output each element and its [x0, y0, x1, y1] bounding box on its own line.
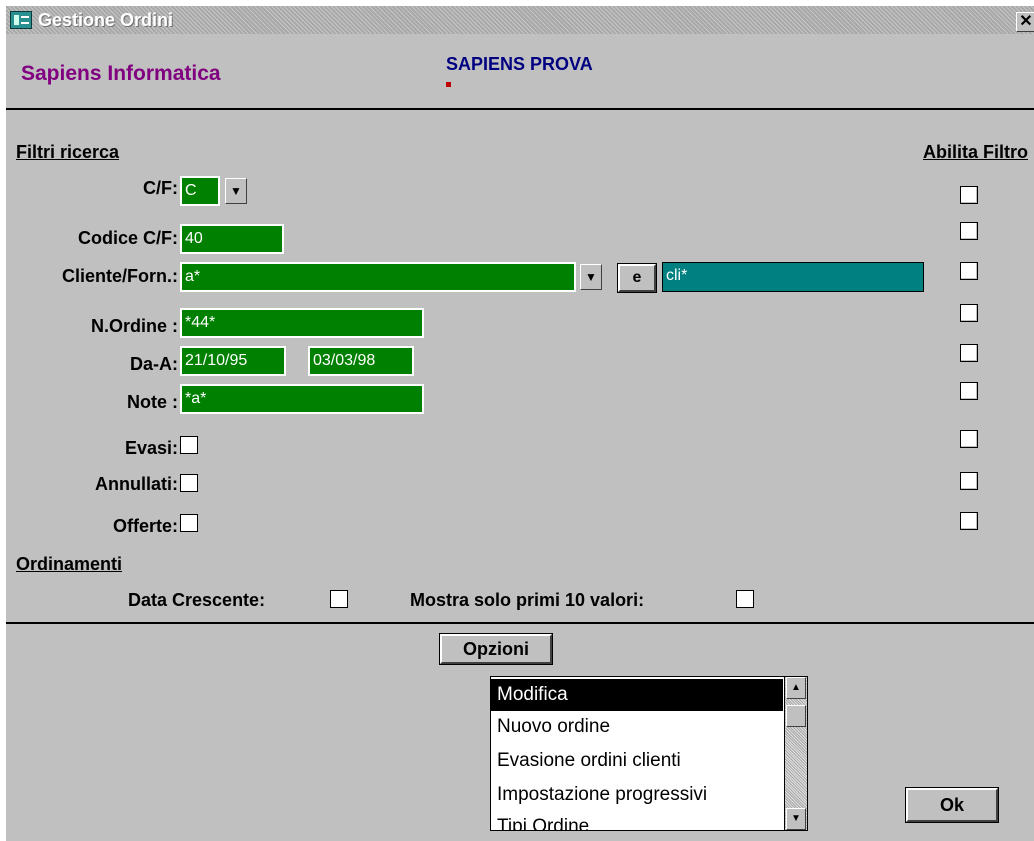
cf-label: C/F:	[143, 178, 178, 198]
enable-note-checkbox[interactable]	[960, 382, 978, 400]
window-title: Gestione Ordini	[38, 10, 174, 30]
mostra-primi-label: Mostra solo primi 10 valori:	[410, 590, 645, 610]
cliente-forn-label: Cliente/Forn.:	[62, 266, 178, 286]
date-range-label: Da-A:	[130, 354, 178, 374]
sorting-section-title: Ordinamenti	[16, 554, 123, 574]
cliente-forn-field-2[interactable]: cli*	[662, 262, 924, 292]
list-item-evasione-ordini-clienti[interactable]: Evasione ordini clienti	[491, 745, 783, 777]
database-marker	[446, 82, 451, 87]
annullati-checkbox[interactable]	[180, 474, 198, 492]
enable-n-ordine-checkbox[interactable]	[960, 304, 978, 322]
company-name: Sapiens Informatica	[21, 62, 221, 85]
enable-cf-checkbox[interactable]	[960, 186, 978, 204]
mostra-primi-checkbox[interactable]	[736, 590, 754, 608]
note-field[interactable]: *a*	[180, 384, 424, 414]
list-item-tipi-ordine[interactable]: Tipi Ordine	[491, 811, 783, 830]
title-bar[interactable]: Gestione Ordini ✕	[6, 6, 1034, 34]
enable-codice-cf-checkbox[interactable]	[960, 222, 978, 240]
filters-section-title: Filtri ricerca	[16, 142, 120, 162]
scroll-thumb[interactable]	[786, 705, 806, 727]
form-icon	[10, 11, 32, 29]
list-item-impostazione-progressivi[interactable]: Impostazione progressivi	[491, 779, 783, 811]
close-button[interactable]: ✕	[1016, 12, 1034, 32]
evasi-label: Evasi:	[124, 438, 178, 458]
and-button[interactable]: e	[617, 263, 657, 293]
codice-cf-label: Codice C/F:	[77, 228, 178, 248]
enable-cliente-forn-checkbox[interactable]	[960, 262, 978, 280]
offerte-checkbox[interactable]	[180, 514, 198, 532]
cliente-forn-field[interactable]: a*	[180, 262, 576, 292]
n-ordine-label: N.Ordine :	[90, 316, 178, 336]
offerte-label: Offerte:	[112, 516, 178, 536]
list-item-modifica[interactable]: Modifica	[491, 679, 783, 711]
enable-annullati-checkbox[interactable]	[960, 472, 978, 490]
note-label: Note :	[127, 392, 178, 412]
cf-select[interactable]: C	[180, 176, 220, 206]
cf-dropdown-button[interactable]: ▼	[225, 178, 247, 204]
enable-filter-header: Abilita Filtro	[923, 142, 1028, 162]
cliente-forn-dropdown-button[interactable]: ▼	[580, 264, 602, 290]
annullati-label: Annullati:	[95, 474, 178, 494]
options-scrollbar[interactable]: ▲ ▼	[784, 677, 807, 830]
codice-cf-field[interactable]: 40	[180, 224, 284, 254]
options-listbox[interactable]: Modifica Nuovo ordine Evasione ordini cl…	[490, 676, 808, 831]
evasi-checkbox[interactable]	[180, 436, 198, 454]
data-crescente-label: Data Crescente:	[128, 590, 266, 610]
sorting-divider	[6, 622, 1034, 624]
database-name: SAPIENS PROVA	[446, 54, 593, 74]
n-ordine-field[interactable]: *44*	[180, 308, 424, 338]
gestione-ordini-window: Gestione Ordini ✕ Sapiens Informatica SA…	[6, 6, 1034, 841]
scroll-up-icon[interactable]: ▲	[786, 677, 806, 699]
data-crescente-checkbox[interactable]	[330, 590, 348, 608]
enable-offerte-checkbox[interactable]	[960, 512, 978, 530]
date-to-field[interactable]: 03/03/98	[308, 346, 414, 376]
ok-button[interactable]: Ok	[905, 787, 999, 823]
header-divider	[6, 108, 1034, 110]
opzioni-button[interactable]: Opzioni	[439, 633, 553, 665]
enable-date-range-checkbox[interactable]	[960, 344, 978, 362]
scroll-down-icon[interactable]: ▼	[786, 808, 806, 830]
list-item-nuovo-ordine[interactable]: Nuovo ordine	[491, 711, 783, 743]
date-from-field[interactable]: 21/10/95	[180, 346, 286, 376]
enable-evasi-checkbox[interactable]	[960, 430, 978, 448]
